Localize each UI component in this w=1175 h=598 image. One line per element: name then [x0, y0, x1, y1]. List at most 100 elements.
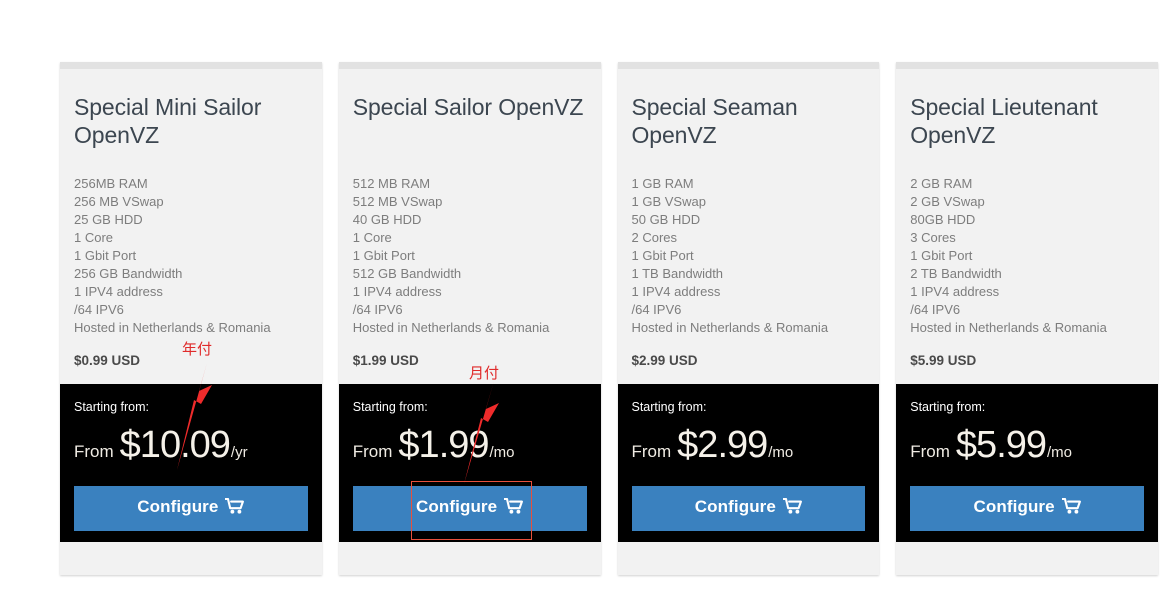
plan-price-panel: Starting from: From $5.99 /mo Configure: [896, 384, 1158, 542]
card-body: Special Mini Sailor OpenVZ 256MB RAM 256…: [60, 69, 322, 384]
feature-item: 2 TB Bandwidth: [910, 266, 1002, 282]
configure-button-label: Configure: [973, 497, 1055, 516]
feature-item: 80GB HDD: [910, 212, 976, 228]
plan-price-panel: Starting from: From $10.09 /yr Configure: [60, 384, 322, 542]
feature-item: 1 GB VSwap: [631, 194, 706, 210]
plan-base-price: $2.99 USD: [631, 353, 698, 369]
plan-card[interactable]: Special Sailor OpenVZ 512 MB RAM 512 MB …: [338, 62, 601, 575]
shopping-cart-icon: [1060, 497, 1081, 519]
price-amount: $2.99: [677, 424, 768, 466]
starting-from-label: Starting from:: [910, 400, 986, 414]
feature-item: /64 IPV6: [74, 302, 124, 318]
feature-item: 1 Gbit Port: [74, 248, 137, 264]
feature-item: 512 GB Bandwidth: [352, 266, 462, 281]
configure-button-label: Configure: [416, 497, 498, 516]
feature-item: 1 Gbit Port: [631, 248, 694, 264]
feature-item: 512 MB VSwap: [352, 194, 443, 209]
starting-from-label: Starting from:: [631, 400, 707, 414]
card-top-accent-bar: [338, 62, 601, 69]
shopping-cart-icon: [503, 497, 524, 519]
plan-price-panel: Starting from: From $2.99 /mo Configure: [617, 384, 880, 542]
card-footer: [617, 542, 880, 575]
card-top-accent-bar: [896, 62, 1158, 69]
feature-item: 1 Gbit Port: [910, 248, 973, 264]
plan-price-line: From $1.99 /mo: [353, 426, 587, 468]
feature-item: Hosted in Netherlands & Romania: [910, 320, 1107, 336]
plan-card[interactable]: Special Mini Sailor OpenVZ 256MB RAM 256…: [60, 62, 322, 575]
configure-button[interactable]: Configure: [910, 486, 1144, 531]
pricing-page: Special Mini Sailor OpenVZ 256MB RAM 256…: [0, 0, 1175, 598]
plan-card[interactable]: Special Lieutenant OpenVZ 2 GB RAM 2 GB …: [896, 62, 1158, 575]
price-amount: $1.99: [398, 424, 489, 466]
price-amount: $10.09: [119, 424, 231, 466]
price-cycle: /mo: [1047, 444, 1073, 461]
feature-item: /64 IPV6: [352, 302, 403, 317]
feature-item: 1 GB RAM: [631, 176, 694, 192]
feature-item: 1 TB Bandwidth: [631, 266, 724, 282]
configure-button-label: Configure: [137, 497, 219, 516]
feature-item: 512 MB RAM: [352, 176, 431, 191]
feature-item: 256MB RAM: [74, 176, 148, 192]
price-from-label: From: [74, 442, 114, 461]
card-body: Special Sailor OpenVZ 512 MB RAM 512 MB …: [338, 69, 601, 384]
configure-button[interactable]: Configure: [74, 486, 308, 531]
feature-item: Hosted in Netherlands & Romania: [74, 320, 271, 336]
starting-from-label: Starting from:: [352, 400, 428, 414]
feature-item: 2 Cores: [631, 230, 678, 246]
price-cycle: /yr: [230, 444, 248, 461]
plan-title: Special Sailor OpenVZ: [352, 94, 584, 120]
plan-base-price: $0.99 USD: [74, 353, 141, 369]
feature-item: 1 IPV4 address: [631, 284, 721, 300]
price-from-label: From: [910, 442, 950, 461]
feature-item: 1 Core: [352, 230, 392, 245]
card-top-accent-bar: [617, 62, 880, 69]
shopping-cart-icon: [781, 497, 802, 519]
feature-item: /64 IPV6: [910, 302, 961, 318]
card-footer: [338, 542, 601, 575]
plan-price-line: From $10.09 /yr: [74, 426, 308, 468]
price-cycle: /mo: [489, 444, 515, 461]
feature-item: 1 IPV4 address: [352, 284, 442, 299]
plan-title: Special Lieutenant OpenVZ: [910, 94, 1098, 149]
plan-card[interactable]: Special Seaman OpenVZ 1 GB RAM 1 GB VSwa…: [617, 62, 880, 575]
plan-price-line: From $5.99 /mo: [910, 426, 1144, 468]
feature-item: 1 Gbit Port: [352, 248, 415, 263]
price-from-label: From: [631, 442, 672, 461]
configure-button-label: Configure: [694, 497, 776, 516]
feature-item: 2 GB RAM: [910, 176, 973, 192]
shopping-cart-icon: [224, 497, 245, 519]
feature-item: 1 IPV4 address: [910, 284, 1000, 300]
feature-item: 2 GB VSwap: [910, 194, 985, 210]
plan-price-panel: Starting from: From $1.99 /mo Configure: [338, 384, 601, 542]
plan-base-price: $5.99 USD: [910, 353, 977, 369]
feature-list: 256MB RAM 256 MB VSwap 25 GB HDD 1 Core …: [74, 175, 308, 337]
plan-price-line: From $2.99 /mo: [632, 426, 866, 468]
card-top-accent-bar: [60, 62, 322, 69]
price-amount: $5.99: [955, 424, 1047, 466]
card-body: Special Seaman OpenVZ 1 GB RAM 1 GB VSwa…: [617, 69, 880, 384]
feature-item: 1 Core: [74, 230, 114, 246]
feature-item: /64 IPV6: [631, 302, 682, 318]
feature-item: 256 GB Bandwidth: [74, 266, 183, 282]
card-body: Special Lieutenant OpenVZ 2 GB RAM 2 GB …: [896, 69, 1158, 384]
card-footer: [896, 542, 1158, 575]
feature-item: 25 GB HDD: [74, 212, 143, 228]
feature-item: Hosted in Netherlands & Romania: [352, 320, 550, 335]
feature-item: 40 GB HDD: [352, 212, 422, 227]
feature-item: 50 GB HDD: [631, 212, 701, 228]
feature-list: 512 MB RAM 512 MB VSwap 40 GB HDD 1 Core…: [353, 175, 587, 337]
feature-item: 1 IPV4 address: [74, 284, 163, 300]
price-from-label: From: [352, 442, 393, 461]
plan-title: Special Seaman OpenVZ: [631, 94, 798, 149]
feature-item: 256 MB VSwap: [74, 194, 164, 210]
plan-title: Special Mini Sailor OpenVZ: [74, 94, 262, 149]
feature-list: 1 GB RAM 1 GB VSwap 50 GB HDD 2 Cores 1 …: [632, 175, 866, 337]
price-cycle: /mo: [768, 444, 794, 461]
feature-item: 3 Cores: [910, 230, 956, 246]
feature-list: 2 GB RAM 2 GB VSwap 80GB HDD 3 Cores 1 G…: [910, 175, 1144, 337]
card-footer: [60, 542, 322, 575]
configure-button[interactable]: Configure: [631, 486, 866, 531]
starting-from-label: Starting from:: [74, 400, 150, 414]
plan-base-price: $1.99 USD: [352, 353, 419, 368]
configure-button[interactable]: Configure: [352, 486, 587, 531]
